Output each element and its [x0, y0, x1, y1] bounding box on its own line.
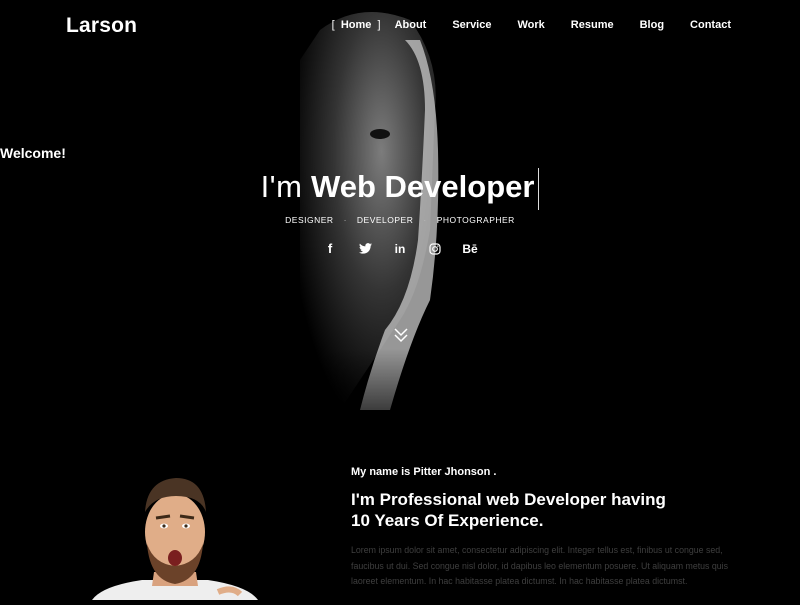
about-headline-line-2: 10 Years Of Experience.: [351, 510, 544, 530]
nav-item-home-label: Home: [340, 19, 372, 31]
profile-photo: [92, 474, 258, 600]
nav-item-about[interactable]: About: [395, 19, 427, 31]
nav-item-service[interactable]: Service: [452, 19, 491, 31]
facebook-icon[interactable]: f: [322, 240, 339, 257]
hero-section: Welcome! I'm Web Developer DESIGNER · DE…: [0, 0, 800, 410]
about-description: Lorem ipsum dolor sit amet, consectetur …: [351, 545, 729, 586]
about-text-block: My name is Pitter Jhonson . I'm Professi…: [351, 466, 741, 590]
scroll-down-icon[interactable]: [393, 326, 409, 344]
social-links: f in Bē: [0, 240, 800, 257]
nav-item-blog[interactable]: Blog: [640, 19, 664, 31]
nav-item-work[interactable]: Work: [517, 19, 544, 31]
about-intro: My name is Pitter Jhonson .: [351, 466, 497, 478]
nav-item-home[interactable]: [ Home ]: [332, 19, 381, 31]
behance-icon[interactable]: Bē: [462, 240, 479, 257]
hero-headline: I'm Web Developer: [0, 167, 800, 210]
role-developer: DEVELOPER: [356, 215, 414, 225]
nav-item-contact[interactable]: Contact: [690, 19, 731, 31]
hero-welcome-text: Welcome!: [0, 145, 66, 161]
about-section: My name is Pitter Jhonson . I'm Professi…: [0, 410, 800, 600]
linkedin-icon[interactable]: in: [392, 240, 409, 257]
active-bracket-left: [: [331, 19, 335, 31]
role-separator: ·: [343, 215, 347, 225]
about-headline: I'm Professional web Developer having 10…: [351, 490, 741, 531]
hero-prefix: I'm: [260, 169, 303, 204]
nav-item-resume[interactable]: Resume: [571, 19, 614, 31]
instagram-icon[interactable]: [427, 240, 444, 257]
role-photographer: PHOTOGRAPHER: [436, 215, 515, 225]
role-designer: DESIGNER: [285, 215, 334, 225]
about-headline-line-1: I'm Professional web Developer having: [351, 490, 666, 509]
hero-roles: DESIGNER · DEVELOPER · PHOTOGRAPHER: [0, 215, 800, 225]
top-navigation: Larson [ Home ] About Service Work Resum…: [0, 0, 800, 52]
role-separator: ·: [423, 215, 427, 225]
main-menu: [ Home ] About Service Work Resume Blog …: [332, 19, 731, 31]
typing-cursor: [538, 167, 540, 210]
hero-title: Web Developer: [311, 169, 535, 204]
active-bracket-right: ]: [377, 19, 381, 31]
site-logo[interactable]: Larson: [66, 14, 137, 38]
twitter-icon[interactable]: [357, 240, 374, 257]
